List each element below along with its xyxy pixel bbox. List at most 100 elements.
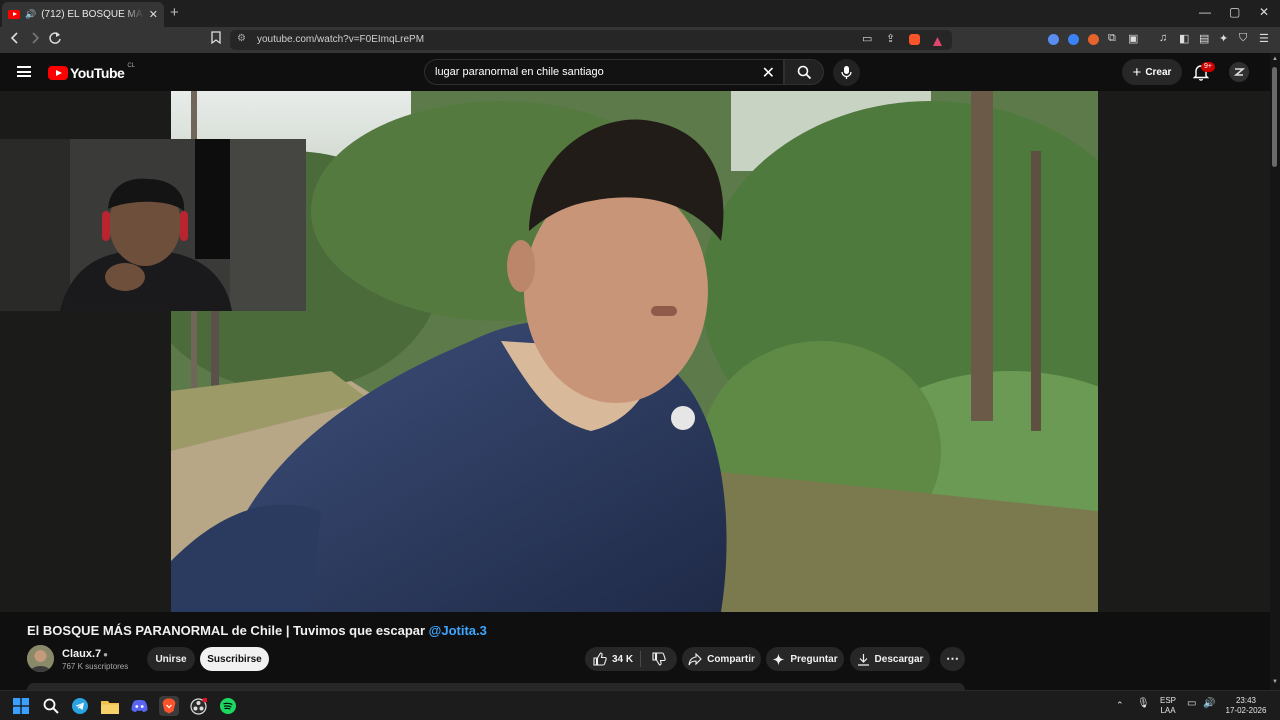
youtube-logo-text: YouTube — [70, 65, 125, 81]
discord-icon[interactable] — [130, 697, 148, 715]
telegram-icon[interactable] — [71, 697, 89, 715]
scrollbar-thumb[interactable] — [1272, 67, 1277, 167]
extension-2-icon[interactable] — [1068, 34, 1079, 45]
volume-icon[interactable]: 🔊 — [1203, 699, 1215, 709]
subscribe-label: Suscribirse — [207, 653, 262, 665]
create-label: Crear — [1145, 66, 1172, 78]
like-button[interactable]: 34 K — [585, 647, 641, 671]
voice-search-button[interactable] — [833, 59, 860, 86]
language-code: ESP — [1159, 696, 1176, 705]
back-icon[interactable] — [10, 31, 20, 48]
show-hidden-icons-chevron-icon[interactable]: ⌃ — [1116, 700, 1124, 710]
file-explorer-icon[interactable] — [101, 697, 119, 715]
guide-menu-icon[interactable] — [17, 66, 31, 77]
channel-name[interactable]: Claux.7 ● — [62, 648, 108, 660]
youtube-play-icon — [48, 66, 68, 80]
new-tab-button[interactable]: + — [170, 4, 179, 21]
microphone-tray-icon[interactable]: 🎙 — [1137, 699, 1150, 709]
ask-label: Preguntar — [790, 653, 838, 665]
account-avatar[interactable] — [1229, 62, 1249, 82]
cast-icon[interactable]: ▭ — [862, 32, 872, 45]
clock-time: 23:43 — [1235, 696, 1257, 705]
tab-title: (712) EL BOSQUE MÁS PARANORMAL de Chile — [41, 9, 144, 20]
plus-icon: + — [1132, 63, 1142, 81]
extensions-puzzle-icon[interactable]: ⧉ — [1108, 32, 1116, 45]
address-bar[interactable]: ⚙ youtube.com/watch?v=F0EImqLrePM ▭ ⇪ — [230, 30, 952, 50]
input-language-indicator[interactable]: ESP LAA — [1157, 696, 1179, 716]
taskbar-search-icon[interactable] — [42, 697, 60, 715]
vpn-shield-icon[interactable]: ⛉ — [1239, 32, 1247, 45]
bookmark-icon[interactable] — [211, 31, 221, 47]
browser-tab-active[interactable]: 🔊 (712) EL BOSQUE MÁS PARANORMAL de Chil… — [2, 2, 164, 27]
system-clock[interactable]: 23:43 17-02-2026 — [1222, 696, 1270, 716]
search-query: lugar paranormal en chile santiago — [435, 66, 604, 78]
country-code: CL — [127, 63, 135, 69]
download-label: Descargar — [874, 653, 924, 665]
browser-tab-strip: 🔊 (712) EL BOSQUE MÁS PARANORMAL de Chil… — [0, 0, 1280, 27]
network-icon[interactable]: ▭ — [1187, 699, 1196, 709]
brave-rewards-icon[interactable] — [932, 34, 943, 46]
dislike-button[interactable] — [641, 647, 677, 671]
video-content-image — [171, 91, 1098, 612]
windows-taskbar: ⌃ 🎙 ESP LAA ▭ 🔊 23:43 17-02-2026 — [0, 690, 1280, 720]
like-count: 34 K — [611, 653, 634, 665]
browser-menu-icon[interactable]: ☰ — [1259, 32, 1269, 45]
brave-browser-icon[interactable] — [159, 696, 179, 716]
share-icon — [688, 652, 702, 665]
download-button[interactable]: Descargar — [850, 647, 930, 671]
sparkle-icon — [772, 653, 785, 665]
video-player[interactable] — [0, 91, 1270, 612]
share-button[interactable]: Compartir — [682, 647, 761, 671]
minimize-button[interactable]: — — [1199, 5, 1211, 19]
extension-3-icon[interactable] — [1088, 34, 1099, 45]
create-button[interactable]: + Crear — [1122, 59, 1182, 85]
youtube-favicon-icon — [8, 10, 20, 19]
subscribe-button[interactable]: Suscribirse — [200, 647, 269, 671]
screenshot-icon[interactable]: ▣ — [1128, 32, 1138, 45]
forward-icon[interactable] — [30, 31, 40, 48]
notifications-badge: 9+ — [1201, 62, 1215, 72]
webcam-image — [0, 139, 306, 311]
webcam-overlay — [0, 139, 306, 311]
extension-1-icon[interactable] — [1048, 34, 1059, 45]
url-text: youtube.com/watch?v=F0EImqLrePM — [257, 34, 425, 45]
tab-close-button[interactable]: ✕ — [149, 8, 158, 21]
subscriber-count: 767 K suscriptores — [62, 662, 129, 671]
channel-name-text: Claux.7 — [62, 648, 102, 660]
search-icon — [797, 65, 812, 80]
description-box-top[interactable] — [27, 683, 965, 690]
join-button[interactable]: Unirse — [147, 647, 195, 671]
youtube-header: YouTube CL lugar paranormal en chile san… — [0, 53, 1280, 91]
verified-check-icon: ● — [103, 650, 108, 659]
page-scrollbar[interactable] — [1270, 53, 1280, 690]
video-frame[interactable] — [171, 91, 1098, 612]
keyboard-layout-code: LAA — [1160, 706, 1176, 715]
more-actions-button[interactable]: ⋯ — [940, 647, 965, 671]
speaker-icon[interactable]: 🔊 — [25, 9, 36, 20]
share-label: Compartir — [707, 653, 755, 665]
wallet-icon[interactable]: ▤ — [1199, 32, 1209, 45]
media-controls-icon[interactable]: ♫ — [1159, 32, 1167, 44]
brave-shields-icon[interactable] — [909, 34, 920, 45]
download-icon — [857, 653, 869, 666]
clear-search-button[interactable]: ✕ — [762, 63, 775, 83]
window-close-button[interactable]: ✕ — [1259, 5, 1269, 19]
scroll-down-arrow-icon[interactable]: ▼ — [1272, 679, 1278, 685]
site-settings-icon[interactable]: ⚙ — [237, 33, 246, 44]
maximize-button[interactable]: ▢ — [1229, 5, 1240, 19]
search-input[interactable]: lugar paranormal en chile santiago ✕ — [424, 59, 784, 85]
share-page-icon[interactable]: ⇪ — [886, 32, 895, 45]
sidebar-icon[interactable]: ◧ — [1179, 32, 1189, 45]
reload-icon[interactable] — [48, 31, 62, 48]
youtube-logo[interactable]: YouTube CL — [48, 63, 135, 81]
windows-start-icon[interactable] — [12, 697, 30, 715]
scroll-up-arrow-icon[interactable]: ▲ — [1272, 56, 1278, 62]
ask-button[interactable]: Preguntar — [766, 647, 844, 671]
leo-ai-icon[interactable]: ✦ — [1219, 32, 1228, 45]
channel-avatar[interactable] — [27, 645, 54, 672]
title-mention-link[interactable]: @Jotita.3 — [429, 623, 487, 638]
spotify-icon[interactable] — [219, 697, 237, 715]
obs-studio-icon[interactable] — [189, 697, 207, 715]
search-button[interactable] — [784, 59, 824, 85]
thumbs-down-icon — [652, 652, 666, 666]
